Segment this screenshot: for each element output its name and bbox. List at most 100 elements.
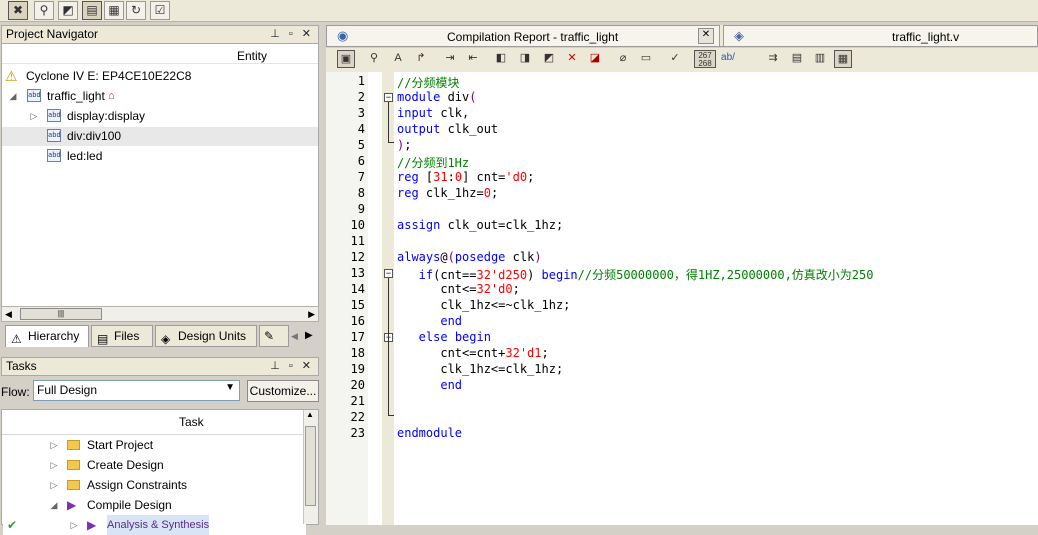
code-line[interactable]: else begin bbox=[397, 330, 491, 344]
tab-design-units[interactable]: ◈ Design Units bbox=[155, 325, 257, 347]
line-number: 9 bbox=[357, 202, 365, 216]
task-label: Create Design bbox=[87, 458, 164, 472]
tab-scroll-right-icon[interactable]: ▶ bbox=[305, 328, 317, 344]
editor-tabs: ◉ Compilation Report - traffic_light ✕ ◈… bbox=[326, 25, 1038, 47]
chip-planner-icon[interactable]: ▦ bbox=[104, 1, 124, 20]
tree-item-traffic-light[interactable]: ◢ abd traffic_light ⌂ bbox=[2, 87, 318, 106]
code-line[interactable]: reg [31:0] cnt='d0; bbox=[397, 170, 534, 184]
find-replace-icon[interactable]: A bbox=[389, 50, 407, 68]
task-row[interactable]: ◢ ▶ Compile Design bbox=[3, 495, 306, 516]
code-line[interactable]: input clk, bbox=[397, 106, 469, 120]
split-icon[interactable]: ▤ bbox=[788, 50, 806, 68]
task-header[interactable]: Task bbox=[2, 410, 305, 435]
goto-line-icon[interactable]: ↱ bbox=[412, 50, 430, 68]
line-number: 19 bbox=[350, 362, 365, 376]
check-syntax-icon[interactable]: ✓ bbox=[666, 50, 684, 68]
task-row[interactable]: ✔ ▷ ▶ Analysis & Synthesis bbox=[3, 515, 306, 535]
tab-files[interactable]: ▤ Files bbox=[91, 325, 153, 347]
tab-verilog-file[interactable]: ◈ traffic_light.v bbox=[723, 25, 1038, 47]
fold-toggle-icon[interactable]: − bbox=[384, 269, 393, 278]
collapse-arrow-icon[interactable]: ◢ bbox=[8, 87, 18, 106]
attach-icon[interactable]: ⌀ bbox=[614, 50, 632, 68]
insert-arrow-icon[interactable]: ⇉ bbox=[764, 50, 782, 68]
tree-item-display[interactable]: ▷ abd display:display bbox=[2, 107, 318, 126]
tab-scroll-left-icon[interactable]: ◀ bbox=[291, 328, 302, 344]
code-line[interactable]: always@(posedge clk) bbox=[397, 250, 542, 264]
flow-select-value: Full Design bbox=[37, 383, 98, 397]
task-row[interactable]: ▷ Create Design bbox=[3, 455, 306, 476]
checklist-icon[interactable]: ☑ bbox=[150, 1, 170, 20]
close-icon[interactable]: ✕ bbox=[698, 28, 714, 44]
navigator-hscrollbar[interactable]: ◀ ||| ▶ bbox=[1, 306, 319, 322]
files-icon: ▤ bbox=[97, 332, 109, 346]
code-line[interactable]: endmodule bbox=[397, 426, 462, 440]
rtl-viewer-icon[interactable]: ◩ bbox=[58, 1, 78, 20]
scroll-up-icon[interactable]: ▲ bbox=[306, 410, 314, 419]
code-line[interactable]: clk_1hz<=clk_1hz; bbox=[397, 362, 563, 376]
code-line[interactable]: output clk_out bbox=[397, 122, 498, 136]
scroll-thumb[interactable]: ||| bbox=[20, 308, 102, 320]
expand-arrow-icon[interactable]: ▷ bbox=[49, 475, 59, 495]
scroll-thumb[interactable] bbox=[305, 426, 316, 506]
window-icon[interactable]: ▥ bbox=[811, 50, 829, 68]
expand-arrow-icon[interactable]: ▷ bbox=[29, 107, 39, 126]
task-row[interactable]: ▷ Start Project bbox=[3, 435, 306, 456]
pin-planner-icon[interactable]: ▤ bbox=[82, 1, 102, 20]
line-numbers-icon[interactable]: 267 268 bbox=[694, 50, 716, 68]
code-line[interactable]: //分频到1Hz bbox=[397, 154, 469, 171]
binoculars-icon[interactable]: ⚲ bbox=[34, 1, 54, 20]
code-line[interactable]: if(cnt==32'd250) begin//分频50000000，得1HZ,… bbox=[397, 266, 874, 283]
code-line[interactable]: reg clk_1hz=0; bbox=[397, 186, 498, 200]
tree-item-led[interactable]: abd led:led bbox=[2, 147, 318, 166]
code-token: clk_1hz= bbox=[418, 186, 484, 200]
scroll-left-icon[interactable]: ◀ bbox=[5, 307, 12, 321]
fold-toggle-icon[interactable]: − bbox=[384, 93, 393, 102]
flow-select[interactable]: Full Design ▼ bbox=[33, 380, 240, 401]
navigator-window-controls[interactable]: ⊥ ▫ ✕ bbox=[270, 26, 314, 43]
tasks-vscrollbar[interactable]: ▲ bbox=[303, 410, 318, 524]
expand-arrow-icon[interactable]: ▷ bbox=[49, 435, 59, 455]
tab-overflow[interactable]: ✎ bbox=[259, 325, 289, 347]
line-number: 5 bbox=[357, 138, 365, 152]
template-icon[interactable]: ▭ bbox=[637, 50, 655, 68]
wand-icon: ✎ bbox=[264, 329, 275, 343]
clear-bookmarks-icon[interactable]: ✕ bbox=[563, 50, 581, 68]
code-line[interactable]: end bbox=[397, 378, 462, 392]
expand-arrow-icon[interactable]: ▷ bbox=[49, 455, 59, 475]
hierarchy-icon: ⚠ bbox=[11, 332, 22, 346]
refresh-icon[interactable]: ↻ bbox=[126, 1, 146, 20]
code-line[interactable]: assign clk_out=clk_1hz; bbox=[397, 218, 563, 232]
device-row[interactable]: ⚠ Cyclone IV E: EP4CE10E22C8 bbox=[2, 67, 318, 86]
customize-button[interactable]: Customize... bbox=[247, 380, 319, 402]
tab-hierarchy[interactable]: ⚠ Hierarchy bbox=[5, 325, 89, 347]
code-line[interactable]: cnt<=32'd0; bbox=[397, 282, 520, 296]
entity-header[interactable]: Entity bbox=[2, 48, 318, 64]
code-line[interactable]: cnt<=cnt+32'd1; bbox=[397, 346, 548, 360]
code-token: reg bbox=[397, 186, 419, 200]
scroll-right-icon[interactable]: ▶ bbox=[308, 307, 315, 321]
next-bookmark-icon[interactable]: ◨ bbox=[516, 50, 534, 68]
code-line[interactable]: ); bbox=[397, 138, 411, 152]
code-line[interactable]: module div( bbox=[397, 90, 477, 104]
save-icon[interactable]: ▣ bbox=[337, 50, 355, 68]
delete-bookmark-icon[interactable]: ◪ bbox=[586, 50, 604, 68]
code-token: ; bbox=[404, 138, 412, 152]
code-line[interactable]: clk_1hz<=~clk_1hz; bbox=[397, 298, 570, 312]
expand-arrow-icon[interactable]: ▷ bbox=[69, 515, 79, 535]
word-wrap-icon[interactable]: ab/ bbox=[718, 50, 738, 68]
tasks-window-controls[interactable]: ⊥ ▫ ✕ bbox=[270, 358, 314, 375]
fullscreen-icon[interactable]: ▦ bbox=[834, 50, 852, 68]
find-icon[interactable]: ⚲ bbox=[365, 50, 383, 68]
bookmark-icon[interactable]: ◧ bbox=[492, 50, 510, 68]
collapse-arrow-icon[interactable]: ◢ bbox=[49, 495, 59, 515]
tab-compilation-report[interactable]: ◉ Compilation Report - traffic_light ✕ bbox=[326, 25, 720, 47]
prev-bookmark-icon[interactable]: ◩ bbox=[540, 50, 558, 68]
outdent-icon[interactable]: ⇤ bbox=[464, 50, 482, 68]
tree-item-div[interactable]: abd div:div100 bbox=[2, 127, 318, 146]
programmer-icon[interactable]: ✖ bbox=[8, 1, 28, 20]
code-line[interactable]: //分频模块 bbox=[397, 74, 459, 91]
task-row[interactable]: ▷ Assign Constraints bbox=[3, 475, 306, 496]
navigator-title: Project Navigator bbox=[6, 27, 99, 41]
code-line[interactable]: end bbox=[397, 314, 462, 328]
indent-icon[interactable]: ⇥ bbox=[441, 50, 459, 68]
